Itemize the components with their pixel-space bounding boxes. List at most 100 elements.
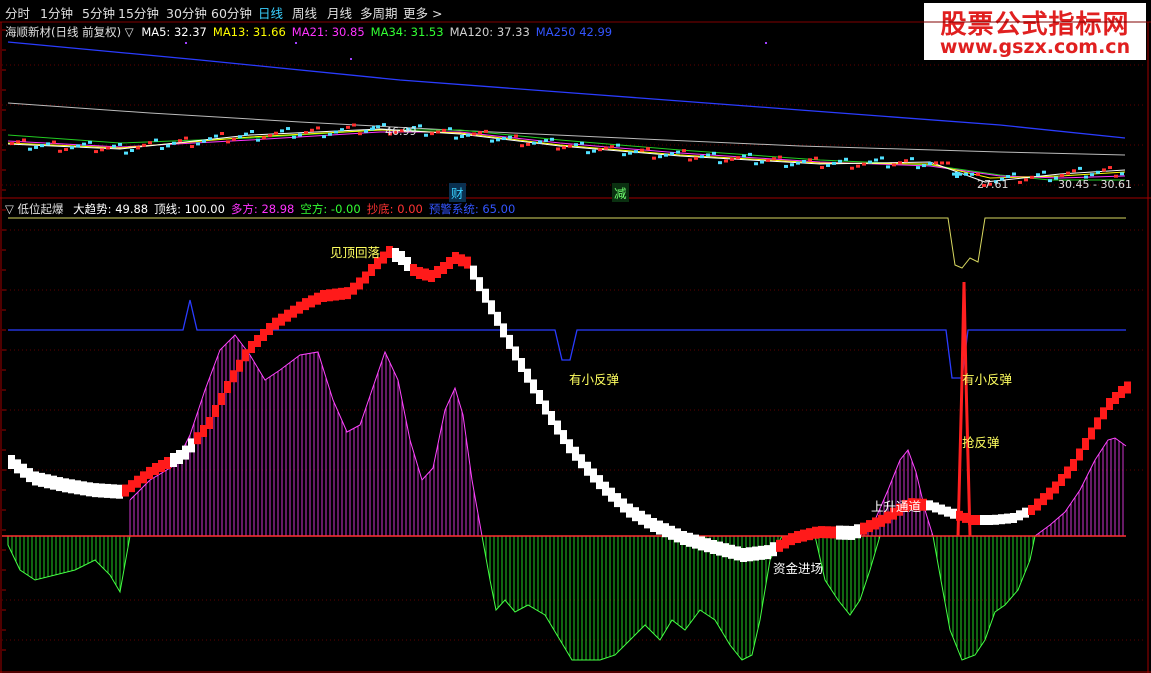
candle [880, 156, 884, 160]
candle [298, 133, 302, 137]
candle [910, 157, 914, 161]
trend-block [170, 453, 177, 467]
trend-block [1052, 481, 1059, 494]
trend-block [662, 523, 669, 538]
trend-block [956, 510, 963, 521]
candle [694, 156, 698, 160]
candle [724, 159, 728, 163]
candle [820, 166, 824, 169]
candle [442, 128, 446, 132]
signal-dot [295, 42, 297, 44]
short-power-line [932, 535, 1036, 661]
candle [310, 128, 314, 132]
trend-block [278, 313, 285, 326]
trend-block [200, 425, 207, 437]
annotation-grab-rebound: 抢反弹 [962, 435, 1000, 450]
annotation-small-rebound-1: 有小反弹 [569, 372, 620, 387]
trend-block [776, 539, 783, 552]
trend-block [206, 417, 213, 429]
price-high-label: 46.99 [385, 125, 417, 138]
candle [784, 164, 788, 168]
trend-block [464, 256, 471, 269]
trend-block [740, 548, 747, 562]
candle [772, 157, 776, 161]
trend-block [248, 341, 255, 353]
candle [478, 131, 482, 135]
candle [70, 146, 74, 150]
candle [682, 149, 686, 153]
candle [292, 135, 296, 139]
trend-block [74, 480, 81, 495]
trend-block [968, 515, 975, 525]
trend-block [224, 381, 231, 393]
candle [484, 129, 488, 133]
event-marker-reduce[interactable]: 减 [612, 183, 629, 202]
candle [736, 156, 740, 160]
candle [904, 159, 908, 163]
candle [670, 152, 674, 156]
trend-block [1046, 487, 1053, 500]
candle [730, 157, 734, 161]
candle [82, 142, 86, 146]
trend-block [752, 546, 759, 561]
ma250-line [7, 41, 1126, 139]
candle [676, 150, 680, 154]
candle [124, 151, 128, 155]
trend-block [188, 438, 195, 453]
trend-block [572, 446, 579, 461]
trend-block [86, 482, 93, 497]
candle [202, 139, 206, 143]
trend-block [686, 532, 693, 547]
event-marker-finance[interactable]: 财 [449, 183, 466, 202]
candle [970, 172, 974, 176]
candle [418, 124, 422, 128]
warning-line [8, 299, 1126, 379]
candle [712, 151, 716, 155]
candle [586, 151, 590, 155]
trend-block [26, 468, 33, 483]
trend-block [626, 503, 633, 518]
candle [316, 126, 320, 130]
trend-block [314, 292, 321, 305]
trend-block [800, 529, 807, 542]
trend-block [944, 506, 951, 517]
trend-block [332, 288, 339, 301]
trend-block [848, 525, 855, 540]
candle [286, 127, 290, 131]
trend-block [938, 504, 945, 515]
trend-block [182, 445, 189, 460]
chart-canvas[interactable] [0, 0, 1151, 673]
candle [526, 142, 530, 146]
candle [88, 140, 92, 144]
annotation-capital-entry: 资金进场 [773, 561, 824, 576]
trend-block [272, 317, 279, 330]
trend-block [20, 463, 27, 478]
trend-block [722, 543, 729, 558]
candle [22, 138, 26, 142]
trend-block [542, 400, 549, 415]
candle [190, 145, 194, 148]
trend-block [734, 546, 741, 561]
trend-block [974, 515, 981, 525]
candle [262, 136, 266, 140]
trend-block [590, 468, 597, 483]
candle [550, 137, 554, 141]
trend-block [536, 390, 543, 404]
candle [1078, 166, 1082, 170]
candle [826, 163, 830, 167]
annotation-small-rebound-2: 有小反弹 [962, 372, 1013, 387]
candle [196, 142, 200, 146]
candle [592, 149, 596, 153]
trend-block [650, 518, 657, 532]
trend-block [404, 257, 411, 271]
candle [808, 158, 812, 162]
candle [322, 135, 326, 139]
trend-block [992, 514, 999, 525]
trend-block [410, 264, 417, 276]
candle [508, 135, 512, 139]
candle [334, 130, 338, 134]
candle [490, 139, 494, 143]
trend-block [1070, 459, 1077, 471]
trend-block [92, 483, 99, 498]
candle [1108, 166, 1112, 170]
